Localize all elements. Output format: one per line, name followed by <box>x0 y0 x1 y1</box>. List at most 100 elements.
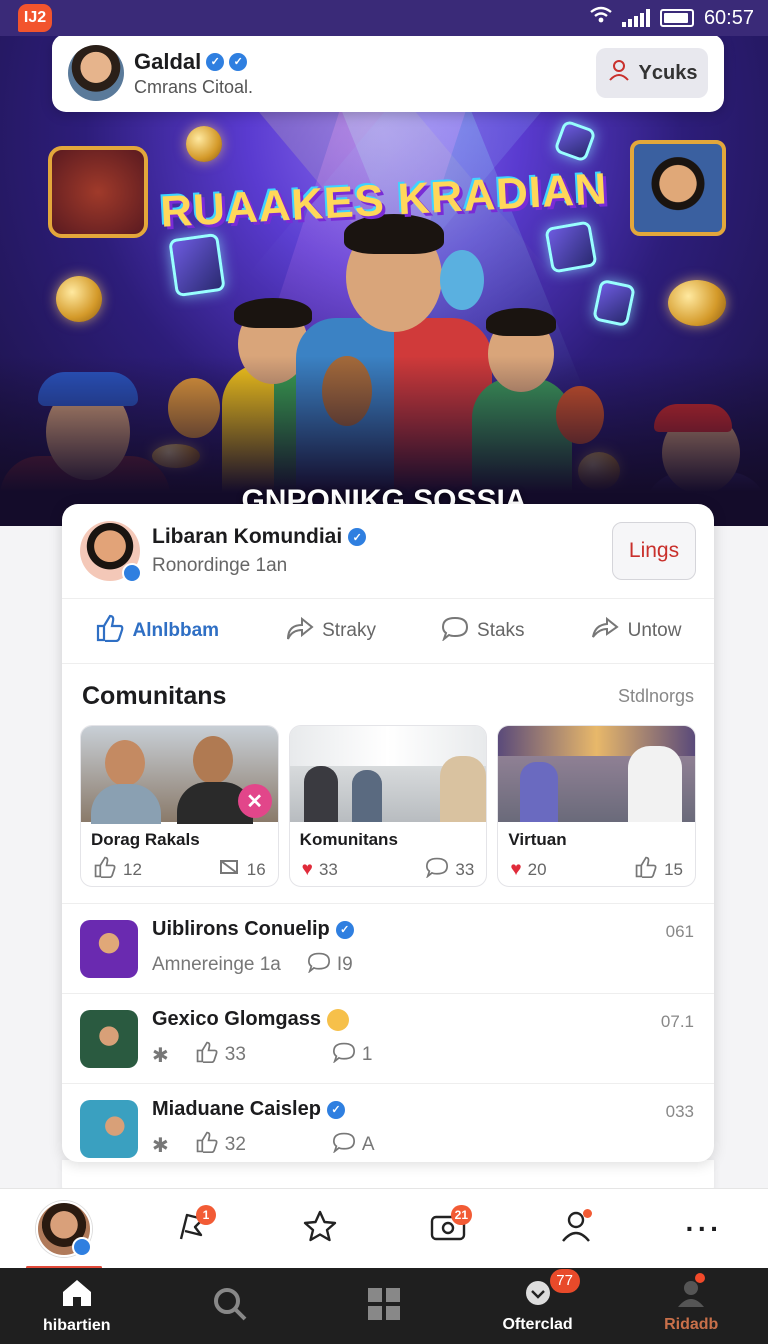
nav-profile[interactable]: Ridadb <box>631 1272 751 1334</box>
profile-button[interactable]: Ycuks <box>596 48 708 98</box>
community-thumbnail: ✕ <box>81 726 278 824</box>
community-tile-label: Komunitans <box>299 830 398 849</box>
verified-icon: ✓ <box>229 52 248 71</box>
emoji-icon <box>326 1008 349 1031</box>
post-header: Libaran Komundiai ✓ Ronordinge 1an Lings <box>62 504 714 598</box>
tile-like-count: 20 <box>527 859 547 879</box>
feed-title: Uiblirons Conuelip <box>152 918 330 940</box>
community-tile[interactable]: Virtuan ♥ 20 15 <box>497 725 697 887</box>
list-item[interactable]: Uiblirons Conuelip ✓ Amnereinge 1a I9 061 <box>62 903 714 993</box>
feed-like-count: 32 <box>224 1134 246 1155</box>
status-dot <box>583 1208 592 1218</box>
search-icon <box>212 1286 248 1327</box>
user-icon <box>607 58 631 88</box>
forward-action-label: Untow <box>627 620 682 641</box>
close-icon[interactable]: ✕ <box>237 784 272 818</box>
post-subtitle: Ronordinge 1an <box>152 555 288 576</box>
avatar[interactable] <box>68 45 124 101</box>
main-card: Libaran Komundiai ✓ Ronordinge 1an Lings… <box>62 504 714 1162</box>
profile-dot <box>695 1272 706 1283</box>
communities-header: Comunitans Stdlnorgs <box>62 664 714 725</box>
list-item[interactable]: Gexico Glomgass ✱ 33 1 07.1 <box>62 993 714 1083</box>
feed-thumbnail <box>80 920 138 978</box>
comment-icon <box>425 856 449 883</box>
avatar[interactable] <box>80 521 142 583</box>
nav-home-label: hibartien <box>43 1316 111 1334</box>
nav-messages-label: Ofterclad <box>502 1315 573 1333</box>
gold-coin <box>56 276 102 322</box>
gold-coin <box>668 280 726 326</box>
community-tile-label: Virtuan <box>508 830 567 849</box>
share-action[interactable]: Straky <box>284 615 376 647</box>
tile-comment-count: 33 <box>455 859 475 879</box>
tile-stat-count: 15 <box>664 859 684 879</box>
thumbs-up-icon <box>95 614 125 648</box>
star-icon <box>302 1209 338 1248</box>
like-action[interactable]: Alnlbbam <box>95 614 220 648</box>
share-action-label: Straky <box>322 620 376 641</box>
floating-card <box>553 119 597 163</box>
verified-icon: ✓ <box>326 1100 345 1119</box>
feed-thumbnail <box>80 1100 138 1158</box>
chat-icon <box>522 1279 554 1312</box>
profile-button-label: Ycuks <box>638 61 698 84</box>
verified-icon: ✓ <box>348 528 367 546</box>
list-item[interactable]: Miaduane Caislep ✓ ✱ 32 A 033 <box>62 1083 714 1162</box>
comment-action-label: Staks <box>477 620 525 641</box>
lings-button[interactable]: Lings <box>612 522 696 580</box>
comment-icon <box>307 951 331 979</box>
community-tile[interactable]: Komunitans ♥ 33 33 <box>288 725 488 887</box>
app-screen: IJ2 60:57 RUAAKES KRADIAN GNPONIKG SOSSI… <box>0 0 768 1344</box>
comment-icon <box>441 615 469 647</box>
like-action-label: Alnlbbam <box>132 620 220 641</box>
nav-messages[interactable]: 77 Ofterclad <box>478 1268 598 1334</box>
notifications-button[interactable]: 1 <box>162 1199 222 1259</box>
comment-action[interactable]: Staks <box>441 615 525 647</box>
post-actions: Alnlbbam Straky Staks Untow <box>62 598 714 664</box>
camera-button[interactable]: 21 <box>418 1199 478 1259</box>
verified-icon: ✓ <box>206 52 225 71</box>
action-bar: 1 21 ··· <box>0 1188 768 1269</box>
feed-title: Gexico Glomgass <box>152 1008 321 1030</box>
status-bar: IJ2 60:57 <box>0 0 768 36</box>
verified-icon <box>72 1236 92 1257</box>
communities-see-all-link[interactable]: Stdlnorgs <box>618 686 694 707</box>
more-icon: ··· <box>685 1212 723 1244</box>
status-icons: 60:57 <box>590 6 754 30</box>
verified-icon: ✓ <box>335 920 354 939</box>
feed-like-count: 33 <box>224 1044 246 1065</box>
grid-icon <box>366 1286 402 1327</box>
floating-card <box>168 232 226 298</box>
messages-badge: 77 <box>549 1268 580 1293</box>
bottom-nav: hibartien 77 Ofterclad Ridadb <box>0 1268 768 1344</box>
community-tile-label: Dorag Rakals <box>91 830 200 849</box>
sparkle-icon: ✱ <box>152 1134 169 1157</box>
nav-search[interactable] <box>170 1286 290 1327</box>
status-time: 60:57 <box>703 6 754 29</box>
user-icon <box>676 1279 706 1312</box>
nav-grid[interactable] <box>324 1286 444 1327</box>
camera-badge: 21 <box>450 1204 472 1225</box>
profile-tab[interactable] <box>26 1199 102 1269</box>
profile-header: Galdal ✓ ✓ Cmrans Citoal. Ycuks <box>52 34 724 112</box>
profile-subtitle: Cmrans Citoal. <box>134 76 254 97</box>
more-button[interactable]: ··· <box>674 1199 734 1259</box>
battery-icon <box>659 9 694 27</box>
gold-coin <box>186 126 222 162</box>
floating-card <box>544 220 598 274</box>
feed-thumbnail <box>80 1010 138 1068</box>
community-tile[interactable]: ✕ Dorag Rakals 12 16 <box>80 725 279 887</box>
heart-icon: ♥ <box>510 858 522 880</box>
community-thumbnail <box>289 726 487 822</box>
nav-home[interactable]: hibartien <box>17 1278 137 1335</box>
feed-comment-count: A <box>361 1134 375 1155</box>
thumbs-up-icon <box>634 856 658 883</box>
wifi-icon <box>590 6 612 30</box>
home-icon <box>60 1278 94 1313</box>
post-title: Libaran Komundiai <box>152 525 343 548</box>
nav-profile-label: Ridadb <box>664 1315 719 1333</box>
tile-like-count: 33 <box>318 859 338 879</box>
forward-action[interactable]: Untow <box>590 615 682 647</box>
account-button[interactable] <box>546 1199 606 1259</box>
favorites-button[interactable] <box>290 1199 350 1259</box>
